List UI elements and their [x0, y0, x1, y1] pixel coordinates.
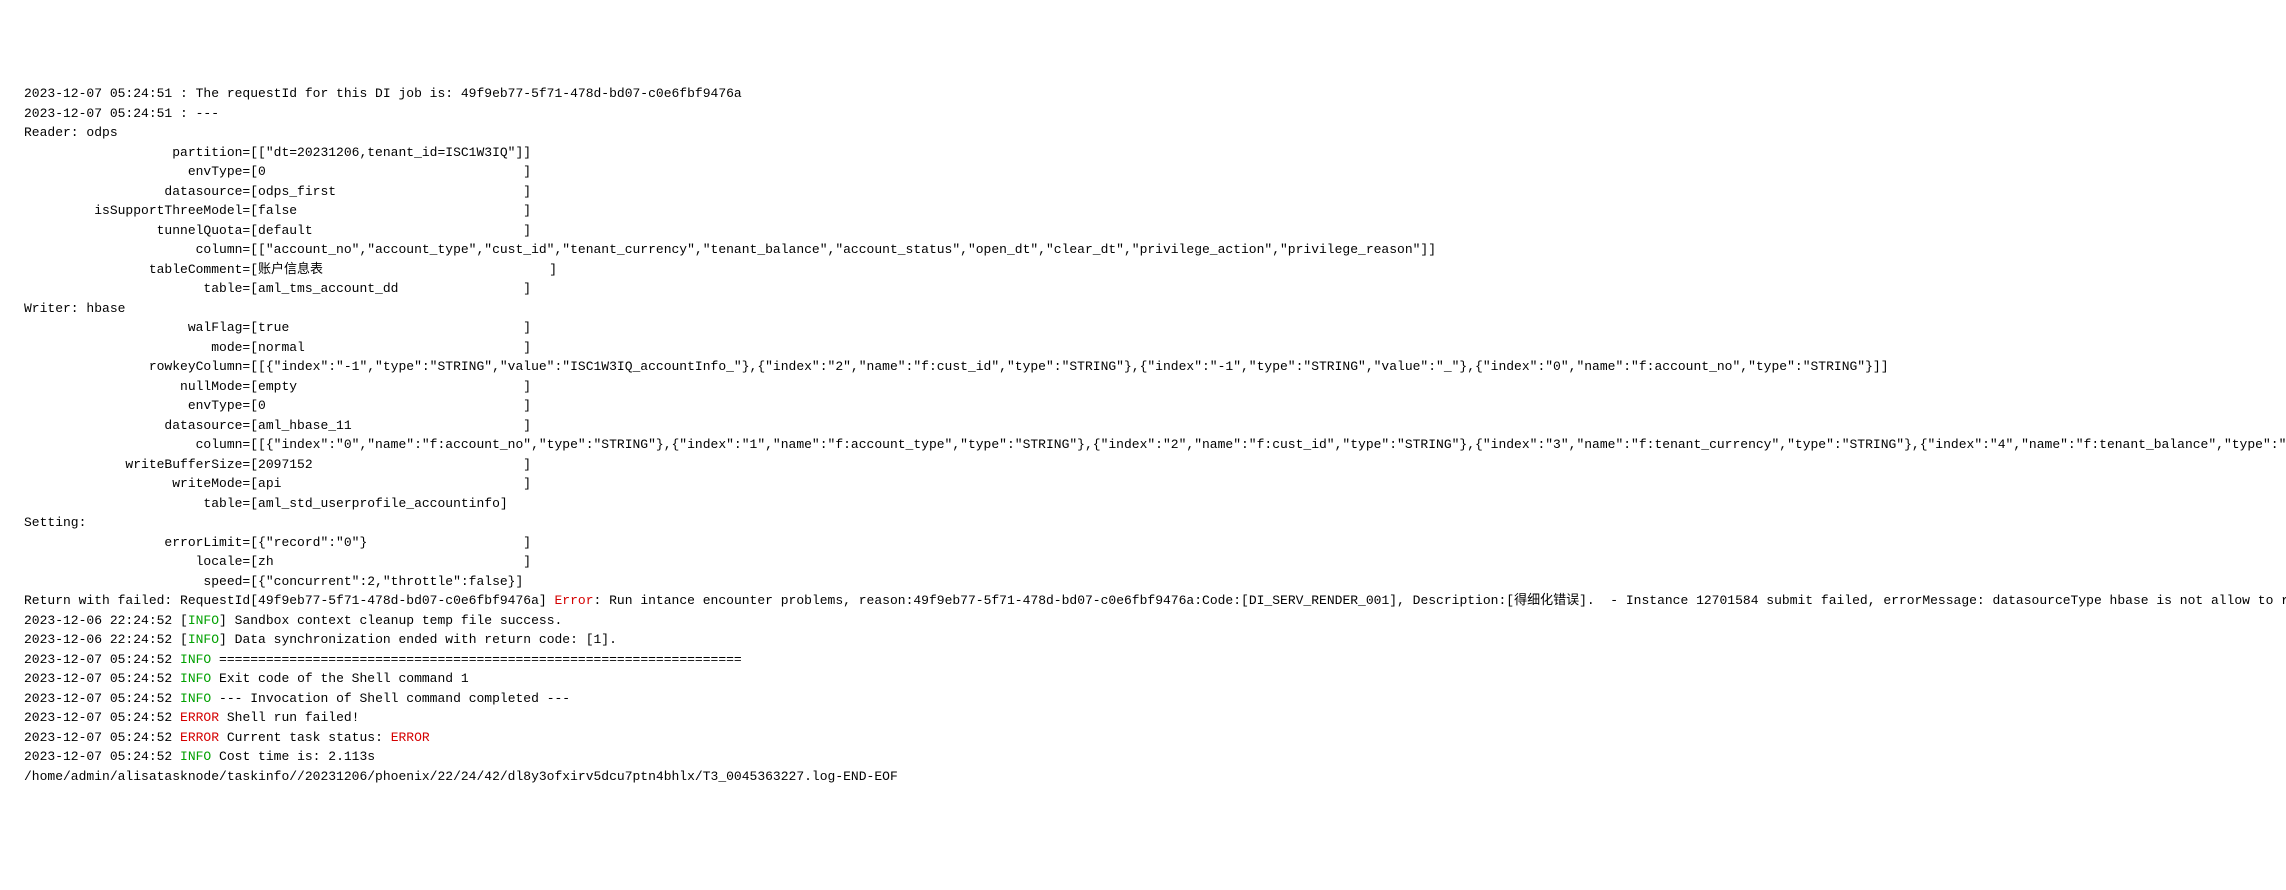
log-error-line: 2023-12-07 05:24:52 ERROR Current task s…: [24, 728, 2286, 748]
log-line: speed=[{"concurrent":2,"throttle":false}…: [24, 572, 2286, 592]
error-label: Error: [555, 593, 594, 608]
log-line: errorLimit=[{"record":"0"} ]: [24, 533, 2286, 553]
log-line: 2023-12-07 05:24:52 INFO Exit code of th…: [24, 669, 2286, 689]
log-line: locale=[zh ]: [24, 552, 2286, 572]
log-line: datasource=[odps_first ]: [24, 182, 2286, 202]
log-text: Return with failed: RequestId[49f9eb77-5…: [24, 593, 555, 608]
log-line: table=[aml_tms_account_dd ]: [24, 279, 2286, 299]
info-label: INFO: [188, 632, 219, 647]
log-line: 2023-12-07 05:24:52 INFO --- Invocation …: [24, 689, 2286, 709]
log-text: : Run intance encounter problems, reason…: [594, 593, 2286, 608]
log-line: column=[[{"index":"0","name":"f:account_…: [24, 435, 2286, 455]
log-line: isSupportThreeModel=[false ]: [24, 201, 2286, 221]
timestamp: 2023-12-07 05:24:52: [24, 671, 180, 686]
info-label: INFO: [180, 652, 211, 667]
log-line: 2023-12-07 05:24:52 INFO ===============…: [24, 650, 2286, 670]
timestamp: 2023-12-07 05:24:52: [24, 652, 180, 667]
log-error-line: Return with failed: RequestId[49f9eb77-5…: [24, 591, 2286, 611]
log-text: Exit code of the Shell command 1: [211, 671, 468, 686]
log-output: 2023-12-07 05:24:51 : The requestId for …: [24, 84, 2286, 786]
log-line: Reader: odps: [24, 123, 2286, 143]
log-line: envType=[0 ]: [24, 162, 2286, 182]
error-label: ERROR: [180, 730, 219, 745]
timestamp: 2023-12-06 22:24:52 [: [24, 632, 188, 647]
log-line: 2023-12-07 05:24:51 : The requestId for …: [24, 84, 2286, 104]
log-path: /home/admin/alisatasknode/taskinfo//2023…: [24, 767, 2286, 787]
log-text: Cost time is: 2.113s: [211, 749, 375, 764]
log-line: table=[aml_std_userprofile_accountinfo]: [24, 494, 2286, 514]
info-label: INFO: [188, 613, 219, 628]
timestamp: 2023-12-06 22:24:52 [: [24, 613, 188, 628]
log-text: ] Data synchronization ended with return…: [219, 632, 617, 647]
log-line: Writer: hbase: [24, 299, 2286, 319]
log-text: ========================================…: [211, 652, 742, 667]
info-label: INFO: [180, 749, 211, 764]
log-line: rowkeyColumn=[[{"index":"-1","type":"STR…: [24, 357, 2286, 377]
error-label: ERROR: [180, 710, 219, 725]
log-line: writeBufferSize=[2097152 ]: [24, 455, 2286, 475]
log-line: datasource=[aml_hbase_11 ]: [24, 416, 2286, 436]
log-line: 2023-12-06 22:24:52 [INFO] Sandbox conte…: [24, 611, 2286, 631]
log-text: Shell run failed!: [219, 710, 359, 725]
timestamp: 2023-12-07 05:24:52: [24, 710, 180, 725]
log-line: mode=[normal ]: [24, 338, 2286, 358]
log-text: --- Invocation of Shell command complete…: [211, 691, 570, 706]
timestamp: 2023-12-07 05:24:52: [24, 730, 180, 745]
log-line: 2023-12-07 05:24:51 : ---: [24, 104, 2286, 124]
error-status: ERROR: [391, 730, 430, 745]
log-line: column=[["account_no","account_type","cu…: [24, 240, 2286, 260]
log-line: walFlag=[true ]: [24, 318, 2286, 338]
log-line: writeMode=[api ]: [24, 474, 2286, 494]
info-label: INFO: [180, 691, 211, 706]
log-line: partition=[["dt=20231206,tenant_id=ISC1W…: [24, 143, 2286, 163]
log-error-line: 2023-12-07 05:24:52 ERROR Shell run fail…: [24, 708, 2286, 728]
log-line: tableComment=[账户信息表 ]: [24, 260, 2286, 280]
log-line: 2023-12-07 05:24:52 INFO Cost time is: 2…: [24, 747, 2286, 767]
info-label: INFO: [180, 671, 211, 686]
log-text: ] Sandbox context cleanup temp file succ…: [219, 613, 562, 628]
log-line: Setting:: [24, 513, 2286, 533]
timestamp: 2023-12-07 05:24:52: [24, 691, 180, 706]
log-text: Current task status:: [219, 730, 391, 745]
timestamp: 2023-12-07 05:24:52: [24, 749, 180, 764]
log-line: nullMode=[empty ]: [24, 377, 2286, 397]
log-line: envType=[0 ]: [24, 396, 2286, 416]
log-line: 2023-12-06 22:24:52 [INFO] Data synchron…: [24, 630, 2286, 650]
log-line: tunnelQuota=[default ]: [24, 221, 2286, 241]
